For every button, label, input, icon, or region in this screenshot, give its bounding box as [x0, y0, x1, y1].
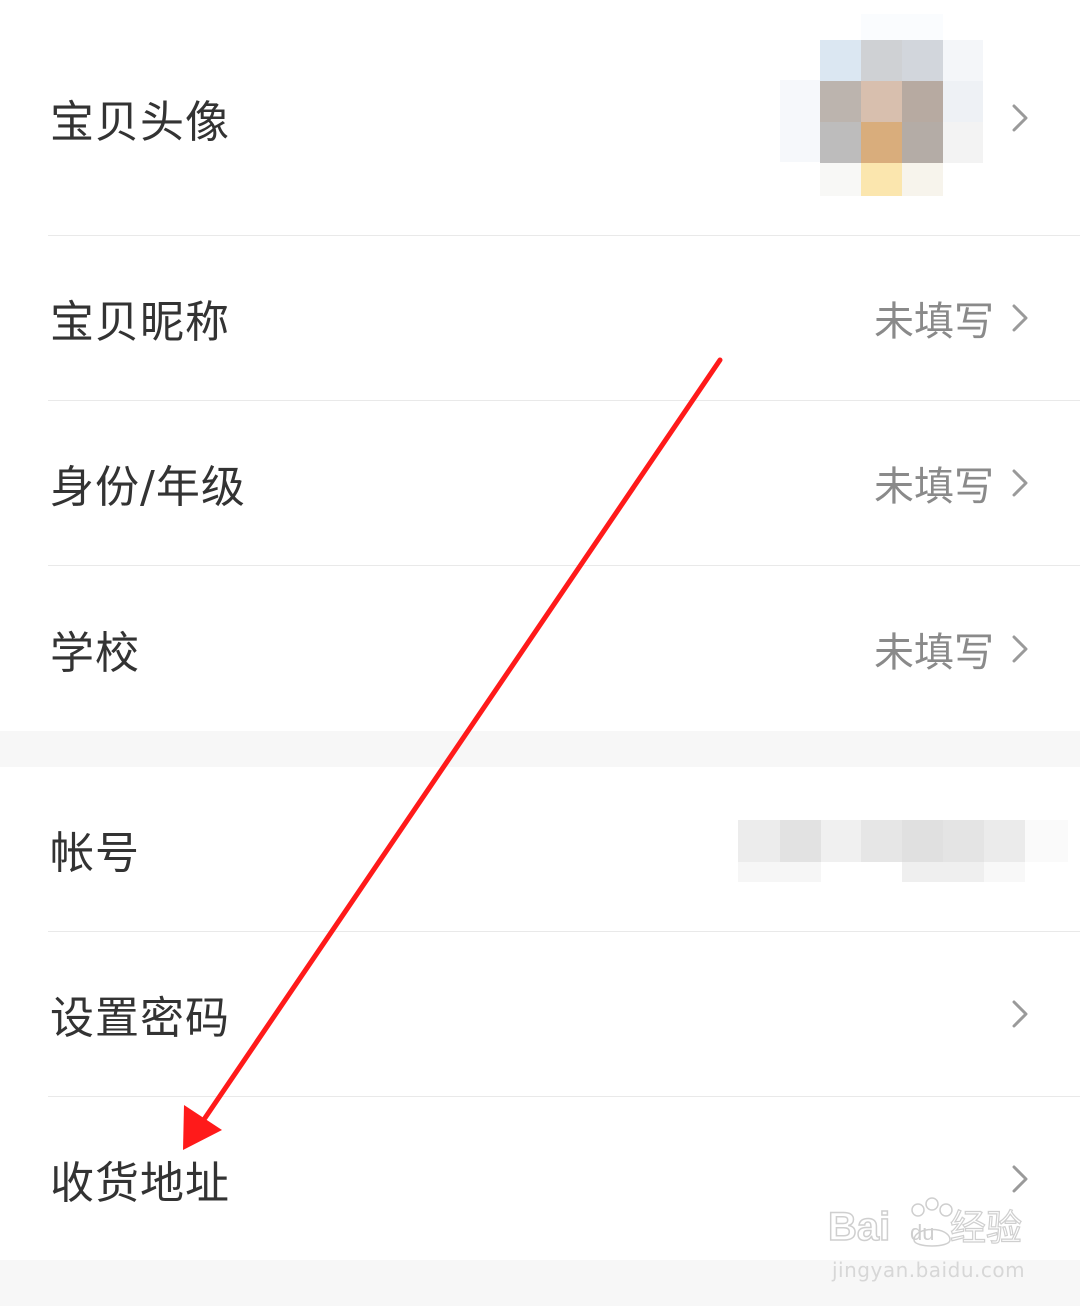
chevron-right-icon — [1012, 469, 1028, 497]
nickname-label: 宝贝昵称 — [50, 297, 230, 348]
chevron-right-icon — [1012, 104, 1028, 131]
section-separator — [0, 731, 1080, 767]
watermark-name: 经验 — [950, 1208, 1022, 1249]
chevron-right-icon — [1012, 304, 1028, 332]
school-value: 未填写 — [874, 629, 994, 676]
account-label: 帐号 — [50, 828, 140, 879]
set-password-label: 设置密码 — [50, 993, 230, 1044]
school-label: 学校 — [50, 627, 140, 679]
watermark-brand2: du — [910, 1220, 934, 1245]
identity-grade-label: 身份/年级 — [50, 462, 246, 513]
identity-grade-row[interactable]: 身份/年级 未填写 — [0, 401, 1080, 565]
nickname-row[interactable]: 宝贝昵称 未填写 — [0, 236, 1080, 400]
chevron-right-icon — [1012, 635, 1028, 662]
avatar-label: 宝贝头像 — [50, 96, 230, 148]
chevron-right-icon — [1012, 1000, 1028, 1028]
nickname-value: 未填写 — [874, 299, 994, 345]
watermark-brand: Bai — [828, 1205, 890, 1249]
account-value-blurred — [738, 820, 1068, 882]
school-row[interactable]: 学校 未填写 — [0, 566, 1080, 731]
shipping-address-label: 收货地址 — [50, 1157, 230, 1209]
watermark-url: jingyan.baidu.com — [832, 1258, 1026, 1282]
set-password-row[interactable]: 设置密码 — [0, 932, 1080, 1096]
identity-grade-value: 未填写 — [874, 464, 994, 510]
avatar-image — [780, 14, 983, 196]
avatar-row[interactable]: 宝贝头像 — [0, 0, 1080, 235]
